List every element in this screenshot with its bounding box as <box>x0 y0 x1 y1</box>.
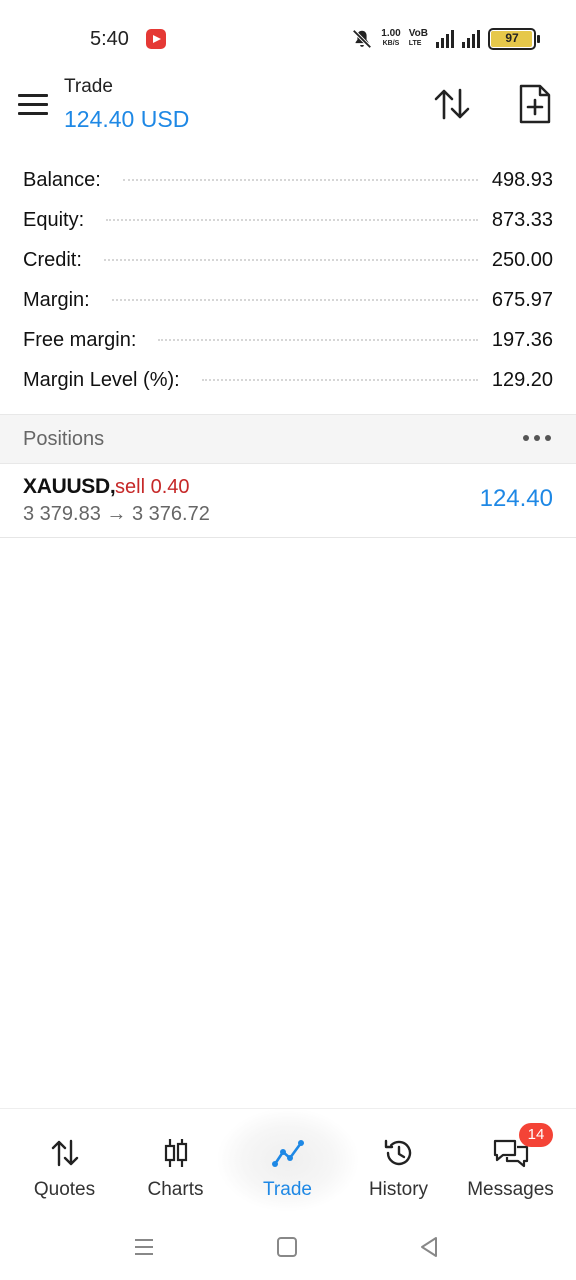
position-row[interactable]: XAUUSD, sell 0.40 3 379.83 → 3 376.72 12… <box>0 463 576 538</box>
network-speed: 1.00 KB/S <box>381 29 400 49</box>
network-type-top: VoB <box>408 28 428 39</box>
summary-row-free-margin: Free margin: 197.36 <box>0 320 576 360</box>
nav-quotes-label: Quotes <box>33 1179 96 1200</box>
summary-label: Balance: <box>23 168 101 191</box>
summary-row-margin-level: Margin Level (%): 129.20 <box>0 360 576 400</box>
network-speed-value: 1.00 <box>381 28 401 39</box>
nav-charts[interactable]: Charts <box>118 1109 233 1211</box>
dotted-leader <box>201 379 478 381</box>
system-nav-bar <box>0 1214 576 1280</box>
nav-history[interactable]: History <box>341 1109 456 1211</box>
summary-label: Margin: <box>23 288 90 311</box>
summary-value: 675.97 <box>491 288 553 311</box>
signal-icon <box>462 30 480 48</box>
menu-icon[interactable] <box>18 94 48 116</box>
summary-value: 873.33 <box>491 208 553 231</box>
summary-label: Credit: <box>23 248 82 271</box>
battery-icon: 97 <box>488 28 540 50</box>
battery-level: 97 <box>505 31 519 45</box>
positions-header: Positions <box>0 414 576 464</box>
dotted-leader <box>111 299 478 301</box>
position-profit: 124.40 <box>479 485 553 512</box>
summary-row-balance: Balance: 498.93 <box>0 160 576 200</box>
summary-label: Margin Level (%): <box>23 368 180 391</box>
nav-trade-label: Trade <box>263 1179 312 1200</box>
positions-title: Positions <box>23 428 105 450</box>
page-title: Trade <box>64 76 113 97</box>
profit-total: 124.40 USD <box>64 106 190 132</box>
account-summary: Balance: 498.93 Equity: 873.33 Credit: 2… <box>0 160 576 400</box>
summary-row-equity: Equity: 873.33 <box>0 200 576 240</box>
summary-value: 197.36 <box>491 328 553 351</box>
sort-arrows-icon <box>51 1139 78 1167</box>
back-icon[interactable] <box>416 1234 442 1260</box>
dotted-leader <box>103 259 478 261</box>
summary-label: Equity: <box>23 208 85 231</box>
summary-row-margin: Margin: 675.97 <box>0 280 576 320</box>
position-side: sell 0.40 <box>115 476 190 498</box>
status-icons: 1.00 KB/S VoB LTE 97 <box>351 26 540 52</box>
signal-4g-icon <box>436 30 454 48</box>
nav-messages[interactable]: 14 Messages <box>453 1109 568 1211</box>
summary-row-credit: Credit: 250.00 <box>0 240 576 280</box>
status-time: 5:40 <box>90 28 129 50</box>
screen-record-icon <box>146 29 166 49</box>
candlestick-icon <box>164 1139 187 1167</box>
nav-messages-label: Messages <box>467 1179 554 1200</box>
position-symbol: XAUUSD, <box>23 475 116 498</box>
network-type-bottom: LTE <box>408 40 422 47</box>
dotted-leader <box>122 179 478 181</box>
history-clock-icon <box>384 1139 411 1166</box>
summary-value: 250.00 <box>491 248 553 271</box>
recents-icon[interactable] <box>131 1234 157 1260</box>
nav-quotes[interactable]: Quotes <box>7 1109 122 1211</box>
dotted-leader <box>158 339 478 341</box>
home-icon[interactable] <box>274 1234 300 1260</box>
new-order-icon[interactable] <box>518 84 552 124</box>
summary-value: 498.93 <box>491 168 553 191</box>
bottom-nav: Quotes Charts Trade History 14 Messages <box>0 1108 576 1211</box>
dotted-leader <box>106 219 478 221</box>
summary-label: Free margin: <box>23 328 137 351</box>
sort-arrows-icon[interactable] <box>432 86 472 122</box>
summary-value: 129.20 <box>491 368 553 391</box>
position-prices: 3 379.83 → 3 376.72 <box>23 503 210 525</box>
nav-history-label: History <box>368 1179 429 1200</box>
nav-charts-label: Charts <box>147 1179 204 1200</box>
network-type: VoB LTE <box>409 29 428 49</box>
nav-trade[interactable]: Trade <box>230 1109 345 1211</box>
network-speed-unit: KB/S <box>382 40 400 47</box>
messages-badge: 14 <box>519 1123 553 1147</box>
more-options-icon[interactable] <box>523 435 551 443</box>
app-header: Trade 124.40 USD <box>0 70 576 140</box>
trend-line-icon <box>271 1140 304 1167</box>
status-bar: 5:40 1.00 KB/S VoB LTE 97 <box>0 0 576 78</box>
mute-bell-icon <box>352 29 372 49</box>
